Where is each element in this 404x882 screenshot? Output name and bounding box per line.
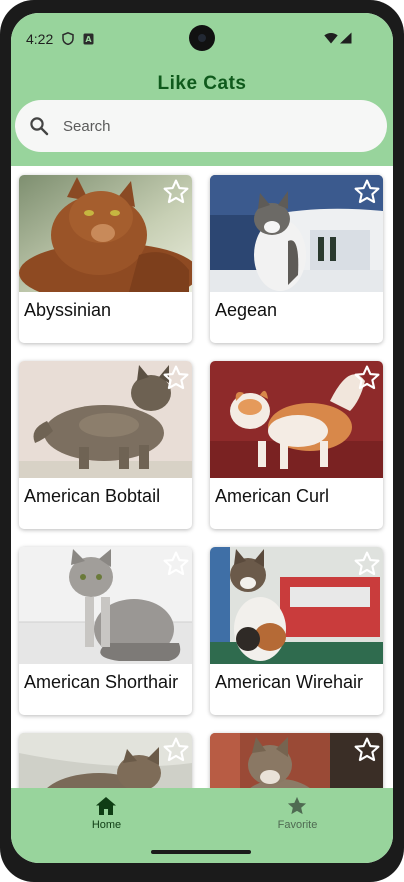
cat-card-american-wirehair[interactable]: American Wirehair — [210, 547, 383, 715]
shield-icon — [62, 31, 74, 50]
app-screen: 4:22 A Like Cats Search Abyssinian Aegea… — [11, 13, 393, 863]
cat-card-abyssinian[interactable]: Abyssinian — [19, 175, 192, 343]
cat-card-american-shorthair[interactable]: American Shorthair — [19, 547, 192, 715]
device-frame: 4:22 A Like Cats Search Abyssinian Aegea… — [0, 0, 404, 882]
cat-name: Abyssinian — [24, 300, 112, 320]
search-bar[interactable] — [15, 100, 387, 152]
favorite-star-icon[interactable] — [162, 550, 190, 578]
home-icon — [95, 796, 117, 821]
status-bar: 4:22 A — [11, 13, 393, 61]
cat-card-american-curl[interactable]: American Curl — [210, 361, 383, 529]
cat-name: Aegean — [215, 300, 278, 320]
cat-name: American Shorthair — [24, 672, 179, 692]
nav-home[interactable]: Home — [11, 788, 202, 848]
favorite-star-icon[interactable] — [162, 736, 190, 764]
cat-name: American Bobtail — [24, 486, 161, 506]
svg-text:A: A — [85, 35, 92, 44]
signal-icon — [339, 31, 352, 49]
wifi-icon — [324, 31, 338, 49]
bottom-navigation: Home Favorite — [11, 788, 393, 863]
cat-card-american-bobtail[interactable]: American Bobtail — [19, 361, 192, 529]
search-input[interactable] — [63, 100, 363, 152]
cat-name: American Wirehair — [215, 672, 364, 692]
favorite-star-icon[interactable] — [353, 364, 381, 392]
nav-favorite[interactable]: Favorite — [202, 788, 393, 848]
favorite-star-icon[interactable] — [353, 550, 381, 578]
star-icon — [286, 796, 308, 821]
sim-alert-icon: A — [83, 32, 94, 50]
cat-card-aegean[interactable]: Aegean — [210, 175, 383, 343]
status-time: 4:22 — [26, 31, 54, 47]
app-header: 4:22 A Like Cats — [11, 13, 393, 166]
nav-home-label: Home — [91, 819, 122, 831]
favorite-star-icon[interactable] — [162, 364, 190, 392]
nav-favorite-label: Favorite — [277, 819, 318, 831]
favorite-star-icon[interactable] — [353, 736, 381, 764]
cat-grid[interactable]: Abyssinian Aegean American Bobtail Ameri… — [11, 166, 393, 788]
cat-name: American Curl — [215, 486, 330, 506]
favorite-star-icon[interactable] — [162, 178, 190, 206]
search-icon — [29, 116, 49, 141]
favorite-star-icon[interactable] — [353, 178, 381, 206]
cat-card[interactable] — [210, 733, 383, 788]
front-camera — [189, 25, 215, 51]
cat-card[interactable] — [19, 733, 192, 788]
gesture-bar[interactable] — [151, 850, 251, 854]
page-title: Like Cats — [157, 73, 247, 94]
